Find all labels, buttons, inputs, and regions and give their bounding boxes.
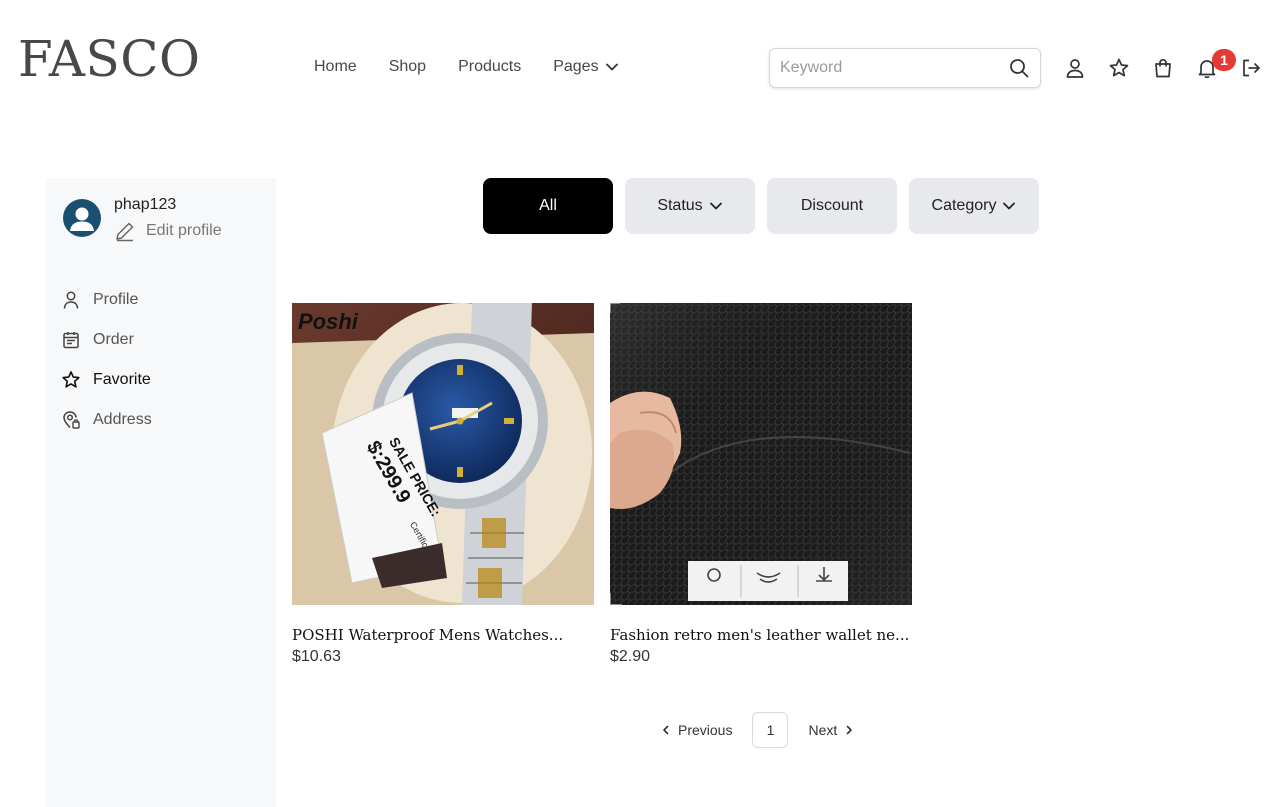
page-number-button[interactable]: 1 (752, 712, 789, 748)
sidebar-item-order[interactable]: Order (61, 320, 152, 360)
product-image-watch[interactable]: SALE PRICE: $:299.9 Certificate Poshi (292, 303, 594, 605)
previous-page-button[interactable]: Previous (660, 722, 732, 738)
product-image-leather[interactable] (610, 303, 912, 605)
sidebar-item-label: Profile (93, 291, 139, 308)
filter-category-button[interactable]: Category (909, 178, 1039, 234)
sidebar-item-address[interactable]: Address (61, 400, 152, 440)
filter-category-label: Category (931, 197, 997, 214)
filter-bar: All Status Discount Category (483, 178, 1039, 234)
chevron-down-icon (1003, 202, 1016, 210)
shopping-bag-icon[interactable] (1151, 56, 1175, 80)
pencil-icon (116, 222, 134, 242)
account-sidebar: phap123 Edit profile Profile Order Favor… (46, 178, 276, 807)
chevron-down-icon (605, 63, 618, 71)
product-price: $2.90 (610, 648, 651, 665)
product-card[interactable]: Fashion retro men's leather wallet ne...… (610, 303, 912, 666)
filter-all-label: All (539, 197, 557, 214)
sidebar-menu: Profile Order Favorite Address (61, 280, 152, 440)
product-card[interactable]: SALE PRICE: $:299.9 Certificate Poshi PO… (292, 303, 594, 666)
nav-home-label: Home (314, 58, 357, 75)
main-nav: Home Shop Products Pages (314, 58, 619, 76)
filter-status-button[interactable]: Status (625, 178, 755, 234)
nav-products-label: Products (458, 58, 522, 75)
edit-profile-link[interactable]: Edit profile (114, 220, 222, 242)
nav-shop[interactable]: Shop (389, 58, 426, 76)
search-icon[interactable] (1008, 57, 1030, 79)
edit-profile-label: Edit profile (146, 222, 222, 239)
filter-discount-label: Discount (800, 197, 864, 214)
chevron-left-icon (663, 725, 669, 735)
filter-status-label: Status (657, 197, 703, 214)
logout-icon[interactable] (1239, 56, 1263, 80)
search-box (769, 48, 1041, 88)
sidebar-item-favorite[interactable]: Favorite (61, 360, 152, 400)
nav-pages-label: Pages (553, 58, 599, 75)
user-icon[interactable] (1063, 56, 1087, 80)
product-name[interactable]: POSHI Waterproof Mens Watches... (292, 626, 594, 644)
map-pin-icon (63, 411, 80, 429)
chevron-down-icon (709, 202, 722, 210)
sidebar-item-label: Order (93, 331, 134, 348)
nav-shop-label: Shop (388, 58, 427, 75)
avatar[interactable] (63, 199, 101, 237)
product-price: $10.63 (292, 648, 341, 665)
next-page-button[interactable]: Next (808, 722, 855, 738)
user-icon (63, 291, 79, 309)
sidebar-item-label: Address (93, 411, 152, 428)
star-icon[interactable] (1107, 56, 1131, 80)
username: phap123 (114, 196, 177, 213)
calendar-icon (63, 332, 79, 349)
notification-badge: 1 (1212, 49, 1236, 71)
watch-brand-text: Poshi (298, 309, 359, 334)
sidebar-item-profile[interactable]: Profile (61, 280, 152, 320)
chevron-right-icon (846, 725, 853, 735)
filter-all-button[interactable]: All (483, 178, 613, 234)
sidebar-item-label: Favorite (93, 371, 151, 388)
nav-pages[interactable]: Pages (553, 58, 618, 76)
nav-products[interactable]: Products (458, 58, 521, 76)
pagination: Previous 1 Next (660, 712, 855, 748)
star-icon (62, 371, 80, 388)
brand-logo[interactable]: FASCO (18, 34, 200, 84)
nav-home[interactable]: Home (314, 58, 357, 76)
search-input[interactable] (780, 59, 1008, 77)
previous-label: Previous (678, 722, 733, 738)
next-label: Next (808, 722, 838, 738)
filter-discount-button[interactable]: Discount (767, 178, 897, 234)
product-name[interactable]: Fashion retro men's leather wallet ne... (610, 626, 912, 644)
